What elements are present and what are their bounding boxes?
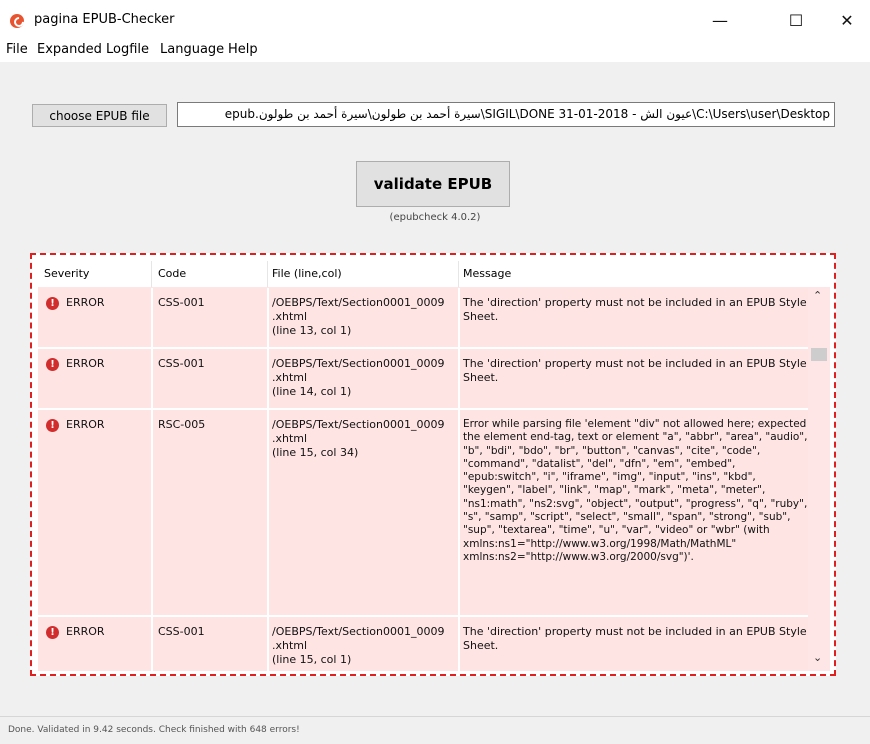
menu-expanded[interactable]: Expanded bbox=[37, 42, 102, 57]
message-cell: The 'direction' property must not be inc… bbox=[463, 357, 807, 384]
column-header-message[interactable]: Message bbox=[463, 267, 511, 280]
error-icon: ! bbox=[46, 297, 59, 310]
scroll-thumb[interactable] bbox=[811, 348, 827, 361]
error-icon: ! bbox=[46, 358, 59, 371]
app-window: pagina EPUB-Checker — ☐ ✕ File Expanded … bbox=[0, 0, 870, 744]
table-row[interactable]: ! ERROR CSS-001 /OEBPS/Text/Section0001_… bbox=[38, 349, 808, 410]
menu-file[interactable]: File bbox=[6, 42, 28, 57]
epub-path-field[interactable]: C:\Users\user\Desktop\عيون الش - SIGIL\D… bbox=[177, 102, 835, 127]
maximize-icon[interactable]: ☐ bbox=[773, 0, 819, 40]
file-cell: /OEBPS/Text/Section0001_0009 .xhtml (lin… bbox=[272, 296, 445, 337]
severity-cell: ERROR bbox=[66, 625, 105, 638]
code-cell: CSS-001 bbox=[158, 357, 205, 370]
menu-bar: File Expanded Logfile Language Help bbox=[0, 40, 870, 62]
column-header-code[interactable]: Code bbox=[158, 267, 186, 280]
scroll-up-icon[interactable]: ⌃ bbox=[813, 289, 822, 302]
severity-cell: ERROR bbox=[66, 296, 105, 309]
code-cell: CSS-001 bbox=[158, 296, 205, 309]
table-row[interactable]: ! ERROR RSC-005 /OEBPS/Text/Section0001_… bbox=[38, 410, 808, 617]
column-header-file[interactable]: File (line,col) bbox=[272, 267, 342, 280]
menu-logfile[interactable]: Logfile bbox=[106, 42, 149, 57]
message-cell: The 'direction' property must not be inc… bbox=[463, 296, 807, 323]
choose-epub-button[interactable]: choose EPUB file bbox=[32, 104, 167, 127]
results-panel: Severity Code File (line,col) Message ! … bbox=[30, 253, 836, 676]
menu-help[interactable]: Help bbox=[228, 42, 258, 57]
window-title: pagina EPUB-Checker bbox=[34, 12, 175, 27]
menu-language[interactable]: Language bbox=[160, 42, 224, 57]
error-icon: ! bbox=[46, 626, 59, 639]
close-icon[interactable]: ✕ bbox=[824, 0, 870, 40]
file-cell: /OEBPS/Text/Section0001_0009 .xhtml (lin… bbox=[272, 625, 445, 666]
message-cell: The 'direction' property must not be inc… bbox=[463, 625, 807, 652]
severity-cell: ERROR bbox=[66, 418, 105, 431]
severity-cell: ERROR bbox=[66, 357, 105, 370]
results-table: Severity Code File (line,col) Message ! … bbox=[38, 261, 808, 671]
table-header: Severity Code File (line,col) Message bbox=[38, 261, 808, 287]
file-cell: /OEBPS/Text/Section0001_0009 .xhtml (lin… bbox=[272, 357, 445, 398]
message-cell: Error while parsing file 'element "div" … bbox=[463, 418, 808, 563]
validate-epub-button[interactable]: validate EPUB bbox=[356, 161, 510, 207]
title-bar: pagina EPUB-Checker — ☐ ✕ bbox=[0, 0, 870, 40]
column-header-severity[interactable]: Severity bbox=[44, 267, 89, 280]
error-icon: ! bbox=[46, 419, 59, 432]
code-cell: CSS-001 bbox=[158, 625, 205, 638]
file-cell: /OEBPS/Text/Section0001_0009 .xhtml (lin… bbox=[272, 418, 445, 459]
code-cell: RSC-005 bbox=[158, 418, 206, 431]
results-scrollbar[interactable]: ⌃ ⌄ bbox=[808, 287, 830, 671]
table-row[interactable]: ! ERROR CSS-001 /OEBPS/Text/Section0001_… bbox=[38, 288, 808, 349]
scroll-down-icon[interactable]: ⌄ bbox=[813, 651, 822, 664]
table-row[interactable]: ! ERROR CSS-001 /OEBPS/Text/Section0001_… bbox=[38, 617, 808, 671]
epubcheck-version: (epubcheck 4.0.2) bbox=[389, 212, 481, 223]
status-bar: Done. Validated in 9.42 seconds. Check f… bbox=[0, 716, 870, 744]
status-text: Done. Validated in 9.42 seconds. Check f… bbox=[8, 725, 300, 735]
epub-checker-logo-icon bbox=[10, 14, 24, 28]
minimize-icon[interactable]: — bbox=[697, 0, 743, 40]
